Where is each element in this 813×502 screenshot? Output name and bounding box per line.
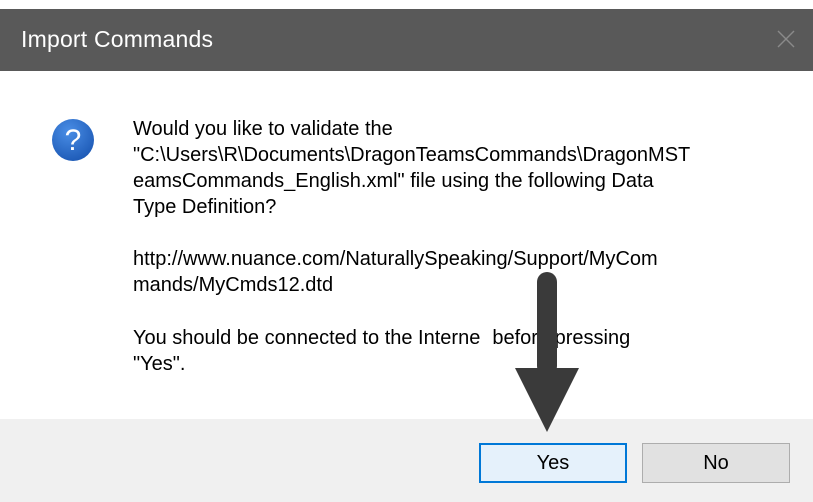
close-button[interactable] [755,9,813,71]
note-line-part: You should be connected to the Interne [133,327,481,349]
message-line: Would you like to validate the [133,118,393,140]
message-line: Type Definition? [133,196,277,218]
window-title: Import Commands [21,26,214,52]
message-line: eamsCommands_English.xml" file using the… [133,170,654,192]
import-commands-dialog: Import Commands ? Would you like to vali… [0,0,813,502]
yes-button[interactable]: Yes [479,443,627,483]
url-line: http://www.nuance.com/NaturallySpeaking/… [133,248,658,270]
svg-text:?: ? [65,124,82,157]
message-text: Would you like to validate the "C:\Users… [133,116,813,220]
down-arrow-icon [515,272,579,432]
question-icon: ? [52,119,94,161]
close-icon [777,30,795,48]
top-strip [0,0,813,9]
title-bar[interactable]: Import Commands [0,9,813,71]
no-button[interactable]: No [642,443,790,483]
message-line: "C:\Users\R\Documents\DragonTeamsCommand… [133,144,691,166]
